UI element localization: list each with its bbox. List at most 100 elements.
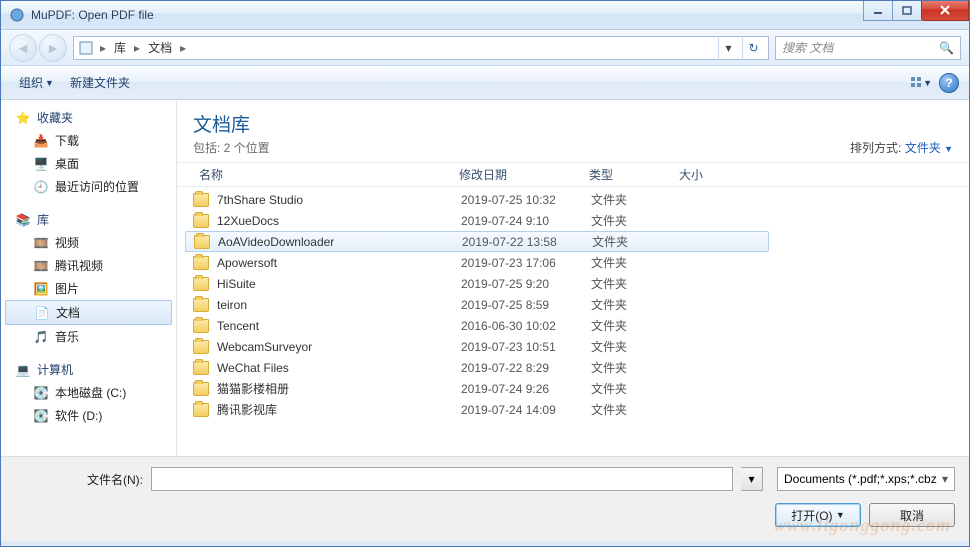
file-row[interactable]: 腾讯影视库2019-07-24 14:09文件夹 xyxy=(177,399,969,420)
address-dropdown[interactable]: ▾ xyxy=(718,37,738,59)
sidebar-group-computer[interactable]: 💻计算机 xyxy=(1,358,176,381)
open-button[interactable]: 打开(O) ▼ xyxy=(775,503,861,527)
view-options-button[interactable]: ▼ xyxy=(909,72,933,94)
forward-button[interactable]: ► xyxy=(39,34,67,62)
chevron-right-icon[interactable]: ▸ xyxy=(132,41,142,55)
file-row[interactable]: teiron2019-07-25 8:59文件夹 xyxy=(177,294,969,315)
file-type: 文件夹 xyxy=(591,401,681,418)
file-row[interactable]: 12XueDocs2019-07-24 9:10文件夹 xyxy=(177,210,969,231)
new-folder-button[interactable]: 新建文件夹 xyxy=(62,70,138,95)
file-date: 2016-06-30 10:02 xyxy=(461,319,591,333)
file-row[interactable]: WeChat Files2019-07-22 8:29文件夹 xyxy=(177,357,969,378)
chevron-down-icon: ▼ xyxy=(45,78,54,88)
file-row[interactable]: WebcamSurveyor2019-07-23 10:51文件夹 xyxy=(177,336,969,357)
file-row[interactable]: HiSuite2019-07-25 9:20文件夹 xyxy=(177,273,969,294)
sidebar-group-libraries[interactable]: 📚库 xyxy=(1,208,176,231)
sidebar-group-favorites[interactable]: ⭐收藏夹 xyxy=(1,106,176,129)
maximize-button[interactable] xyxy=(892,1,922,21)
file-date: 2019-07-23 10:51 xyxy=(461,340,591,354)
folder-icon xyxy=(193,277,209,291)
search-input[interactable]: 搜索 文档 🔍 xyxy=(775,36,961,60)
file-type: 文件夹 xyxy=(592,233,682,250)
file-name: 腾讯影视库 xyxy=(217,401,461,418)
sidebar-item-downloads[interactable]: 📥下载 xyxy=(1,129,176,152)
sidebar-item-documents[interactable]: 📄文档 xyxy=(5,300,172,325)
sidebar-item-recent[interactable]: 🕘最近访问的位置 xyxy=(1,175,176,198)
file-name: Apowersoft xyxy=(217,256,461,270)
file-type: 文件夹 xyxy=(591,296,681,313)
sidebar-item-pictures[interactable]: 🖼️图片 xyxy=(1,277,176,300)
close-button[interactable] xyxy=(921,1,969,21)
sidebar-item-drive-c[interactable]: 💽本地磁盘 (C:) xyxy=(1,381,176,404)
refresh-button[interactable]: ↻ xyxy=(742,37,764,59)
filename-input[interactable] xyxy=(151,467,733,491)
sidebar-item-desktop[interactable]: 🖥️桌面 xyxy=(1,152,176,175)
file-row[interactable]: Apowersoft2019-07-23 17:06文件夹 xyxy=(177,252,969,273)
folder-icon xyxy=(193,193,209,207)
sort-control[interactable]: 排列方式: 文件夹 ▼ xyxy=(850,139,953,156)
search-icon: 🔍 xyxy=(939,41,954,55)
chevron-right-icon[interactable]: ▸ xyxy=(178,41,188,55)
column-name[interactable]: 名称 xyxy=(193,166,453,183)
main-panel: 文档库 包括: 2 个位置 排列方式: 文件夹 ▼ 名称 修改日期 类型 大小 … xyxy=(177,100,969,456)
folder-icon xyxy=(193,298,209,312)
sidebar-item-music[interactable]: 🎵音乐 xyxy=(1,325,176,348)
sidebar: ⭐收藏夹 📥下载 🖥️桌面 🕘最近访问的位置 📚库 🎞️视频 🎞️腾讯视频 🖼️… xyxy=(1,100,177,456)
body: ⭐收藏夹 📥下载 🖥️桌面 🕘最近访问的位置 📚库 🎞️视频 🎞️腾讯视频 🖼️… xyxy=(1,100,969,456)
file-name: teiron xyxy=(217,298,461,312)
library-subtitle[interactable]: 包括: 2 个位置 xyxy=(193,139,270,156)
sidebar-item-videos[interactable]: 🎞️视频 xyxy=(1,231,176,254)
column-type[interactable]: 类型 xyxy=(583,166,673,183)
file-type: 文件夹 xyxy=(591,359,681,376)
chevron-right-icon[interactable]: ▸ xyxy=(98,41,108,55)
file-name: Tencent xyxy=(217,319,461,333)
organize-menu[interactable]: 组织 ▼ xyxy=(11,70,62,95)
filename-dropdown[interactable]: ▾ xyxy=(741,467,763,491)
column-size[interactable]: 大小 xyxy=(673,166,753,183)
file-type: 文件夹 xyxy=(591,254,681,271)
file-row[interactable]: 7thShare Studio2019-07-25 10:32文件夹 xyxy=(177,189,969,210)
file-list[interactable]: 7thShare Studio2019-07-25 10:32文件夹12XueD… xyxy=(177,187,969,456)
file-type: 文件夹 xyxy=(591,191,681,208)
drive-icon: 💽 xyxy=(33,408,49,424)
file-date: 2019-07-24 14:09 xyxy=(461,403,591,417)
chevron-down-icon: ▼ xyxy=(944,144,953,154)
cancel-button[interactable]: 取消 xyxy=(869,503,955,527)
file-row[interactable]: Tencent2016-06-30 10:02文件夹 xyxy=(177,315,969,336)
file-name: 7thShare Studio xyxy=(217,193,461,207)
window-title: MuPDF: Open PDF file xyxy=(31,8,969,22)
star-icon: ⭐ xyxy=(15,110,31,126)
drive-icon: 💽 xyxy=(33,385,49,401)
file-date: 2019-07-24 9:26 xyxy=(461,382,591,396)
file-name: AoAVideoDownloader xyxy=(218,235,462,249)
folder-icon xyxy=(193,382,209,396)
file-row[interactable]: 猫猫影楼相册2019-07-24 9:26文件夹 xyxy=(177,378,969,399)
back-button[interactable]: ◄ xyxy=(9,34,37,62)
titlebar[interactable]: MuPDF: Open PDF file xyxy=(1,1,969,30)
file-row[interactable]: AoAVideoDownloader2019-07-22 13:58文件夹 xyxy=(185,231,769,252)
file-type: 文件夹 xyxy=(591,212,681,229)
address-bar[interactable]: ▸ 库 ▸ 文档 ▸ ▾ ↻ xyxy=(73,36,769,60)
file-date: 2019-07-22 8:29 xyxy=(461,361,591,375)
download-icon: 📥 xyxy=(33,133,49,149)
minimize-button[interactable] xyxy=(863,1,893,21)
breadcrumb[interactable]: 文档 xyxy=(146,39,174,56)
window-controls xyxy=(864,1,969,21)
sidebar-item-tencent-video[interactable]: 🎞️腾讯视频 xyxy=(1,254,176,277)
library-title: 文档库 xyxy=(193,110,270,137)
breadcrumb[interactable]: 库 xyxy=(112,39,128,56)
file-type: 文件夹 xyxy=(591,317,681,334)
library-icon xyxy=(78,40,94,56)
file-date: 2019-07-25 8:59 xyxy=(461,298,591,312)
folder-icon xyxy=(193,361,209,375)
filetype-filter[interactable]: Documents (*.pdf;*.xps;*.cbz ▾ xyxy=(777,467,955,491)
desktop-icon: 🖥️ xyxy=(33,156,49,172)
file-type: 文件夹 xyxy=(591,380,681,397)
column-date[interactable]: 修改日期 xyxy=(453,166,583,183)
filename-label: 文件名(N): xyxy=(15,471,143,488)
video-icon: 🎞️ xyxy=(33,258,49,274)
help-button[interactable]: ? xyxy=(939,73,959,93)
music-icon: 🎵 xyxy=(33,329,49,345)
document-icon: 📄 xyxy=(34,305,50,321)
sidebar-item-drive-d[interactable]: 💽软件 (D:) xyxy=(1,404,176,427)
